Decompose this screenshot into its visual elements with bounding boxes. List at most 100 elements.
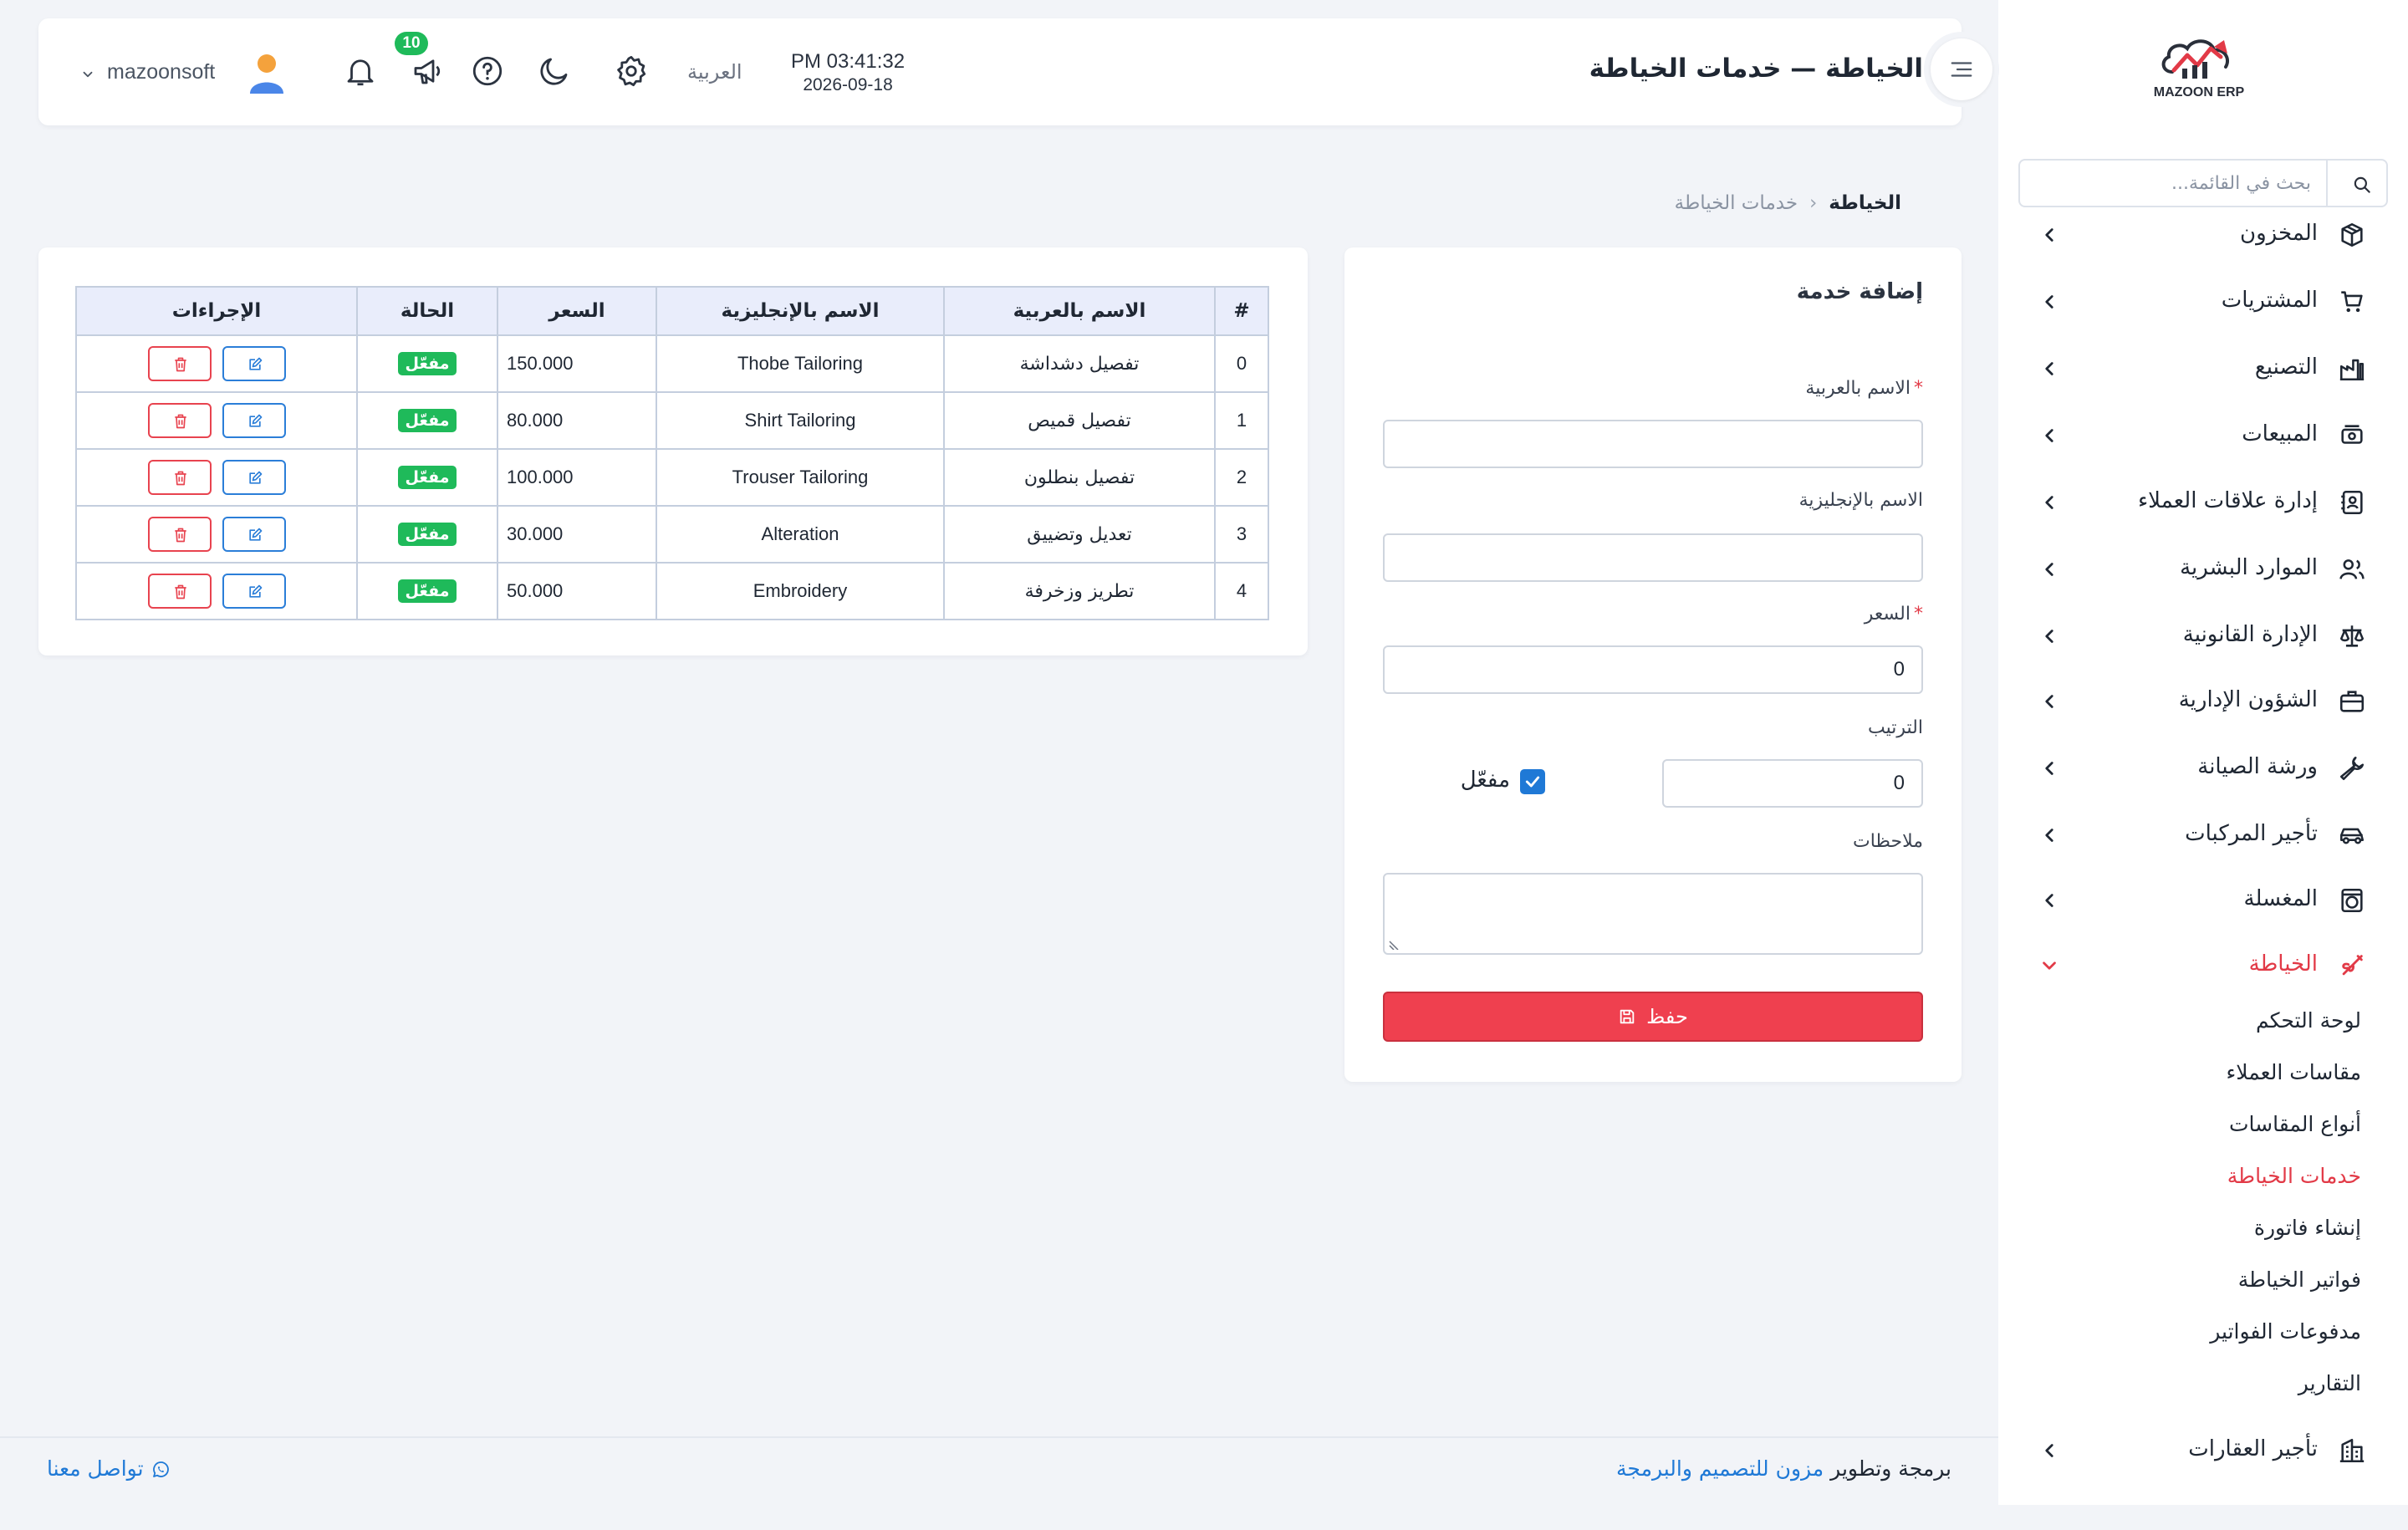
sidebar-subitem-tailoring-invoices[interactable]: فواتير الخياطة xyxy=(2238,1267,2361,1304)
sidebar-subitem-create-invoice[interactable]: إنشاء فاتورة xyxy=(2254,1216,2361,1252)
notes-textarea[interactable] xyxy=(1383,873,1923,955)
sidebar-subitem-invoice-payments[interactable]: مدفوعات الفواتير xyxy=(2210,1319,2361,1356)
table-row: 3 تعديل وتضييق Alteration 30.000 مفعّل xyxy=(75,505,1269,564)
megaphone-icon[interactable] xyxy=(410,54,445,89)
sidebar-toggle-button[interactable] xyxy=(1924,32,1999,107)
chevron-left-icon xyxy=(2045,829,2053,842)
col-header-name-en: الاسم بالإنجليزية xyxy=(656,286,945,336)
edit-icon xyxy=(248,357,262,370)
footer-company-link[interactable]: مزون للتصميم والبرمجة xyxy=(1616,1456,1824,1481)
users-icon xyxy=(2339,559,2365,579)
check-icon xyxy=(1525,776,1540,788)
delete-button[interactable] xyxy=(147,574,212,609)
cell-name-en: Embroidery xyxy=(656,562,945,620)
moon-icon[interactable] xyxy=(537,54,572,89)
sidebar-item-crm[interactable]: إدارة علاقات العملاء xyxy=(1998,477,2408,527)
delete-button[interactable] xyxy=(147,403,212,438)
save-button-content: حفظ xyxy=(1618,1005,1688,1028)
building-icon xyxy=(2339,1438,2365,1463)
sidebar-item-label: الإدارة القانونية xyxy=(2182,622,2318,647)
sidebar-item-inventory[interactable]: المخزون xyxy=(1998,209,2408,259)
briefcase-icon xyxy=(2339,691,2365,712)
price-input[interactable] xyxy=(1383,645,1923,694)
sidebar-item-maintenance[interactable]: ورشة الصيانة xyxy=(1998,742,2408,793)
sidebar-item-legal[interactable]: الإدارة القانونية xyxy=(1998,610,2408,660)
sidebar-subitem-reports[interactable]: التقارير xyxy=(2298,1371,2361,1408)
sidebar-item-label: تأجير المركبات xyxy=(2185,821,2318,846)
sidebar-item-manufacturing[interactable]: التصنيع xyxy=(1998,343,2408,393)
name-en-input[interactable] xyxy=(1383,533,1923,582)
footer: برمجة وتطوير مزون للتصميم والبرمجة تواصل… xyxy=(0,1436,1998,1505)
chevron-left-icon xyxy=(2045,228,2053,242)
chevron-down-icon[interactable] xyxy=(80,67,95,82)
top-bar: الخياطة — خدمات الخياطة PM 03:41:32 2026… xyxy=(38,18,1962,125)
sidebar-item-hr[interactable]: الموارد البشرية xyxy=(1998,543,2408,594)
table-row: 2 تفصيل بنطلون Trouser Tailoring 100.000… xyxy=(75,448,1269,507)
brand-logo[interactable]: MAZOON ERP xyxy=(2140,32,2258,115)
chevron-left-icon xyxy=(2045,894,2053,907)
sidebar: MAZOON ERP المخزون المشتريات التصنيع الم… xyxy=(1998,0,2408,1505)
order-input[interactable] xyxy=(1662,759,1923,808)
bell-icon[interactable] xyxy=(343,54,378,89)
cell-status: مفعّل xyxy=(356,391,498,450)
delete-button[interactable] xyxy=(147,517,212,552)
chevron-left-icon xyxy=(2045,630,2053,643)
chevron-left-icon xyxy=(2045,362,2053,375)
cell-status: مفعّل xyxy=(356,334,498,393)
sidebar-item-admin-affairs[interactable]: الشؤون الإدارية xyxy=(1998,676,2408,726)
floppy-disk-icon xyxy=(1620,1009,1635,1024)
search-icon[interactable] xyxy=(2351,174,2373,196)
footer-credit: برمجة وتطوير مزون للتصميم والبرمجة xyxy=(1616,1456,1951,1481)
chevron-left-icon xyxy=(2045,695,2053,708)
edit-button[interactable] xyxy=(222,403,286,438)
cell-actions xyxy=(75,505,358,564)
username[interactable]: mazoonsoft xyxy=(107,60,215,84)
car-icon xyxy=(2339,828,2365,844)
order-label: الترتيب xyxy=(1868,717,1923,738)
edit-button[interactable] xyxy=(222,574,286,609)
sidebar-item-real-estate[interactable]: تأجير العقارات xyxy=(1998,1425,2408,1475)
clock-time: PM 03:41:32 xyxy=(791,50,906,73)
sidebar-search-input[interactable] xyxy=(2043,169,2311,197)
edit-button[interactable] xyxy=(222,346,286,381)
col-header-actions: الإجراءات xyxy=(75,286,358,336)
edit-button[interactable] xyxy=(222,460,286,495)
clock: PM 03:41:32 2026-09-18 xyxy=(791,50,905,95)
edit-icon xyxy=(248,414,262,427)
gear-icon[interactable] xyxy=(614,54,649,89)
breadcrumb-section[interactable]: الخياطة xyxy=(1829,192,1901,214)
status-badge: مفعّل xyxy=(398,579,457,603)
washer-icon xyxy=(2341,888,2363,913)
language-switch[interactable]: العربية xyxy=(687,60,742,84)
sidebar-item-tailoring[interactable]: الخياطة xyxy=(1998,940,2408,990)
cart-icon xyxy=(2341,291,2363,313)
sidebar-subitem-tailoring-services[interactable]: خدمات الخياطة xyxy=(2227,1164,2361,1201)
avatar[interactable] xyxy=(247,52,286,95)
delete-button[interactable] xyxy=(147,460,212,495)
status-badge: مفعّل xyxy=(398,523,457,546)
required-mark: * xyxy=(1914,604,1923,625)
active-checkbox[interactable] xyxy=(1520,769,1545,794)
cell-name-en: Shirt Tailoring xyxy=(656,391,945,450)
sidebar-item-label: تأجير العقارات xyxy=(2188,1436,2318,1461)
sidebar-subitem-customer-measurements[interactable]: مقاسات العملاء xyxy=(2227,1060,2361,1097)
help-icon[interactable] xyxy=(470,54,505,89)
trash-icon xyxy=(174,471,186,486)
edit-button[interactable] xyxy=(222,517,286,552)
cell-index: 2 xyxy=(1214,448,1269,507)
delete-button[interactable] xyxy=(147,346,212,381)
cell-name-ar: تطريز وزخرفة xyxy=(943,562,1216,620)
sidebar-subitem-measurement-types[interactable]: أنواع المقاسات xyxy=(2229,1112,2361,1149)
name-ar-input[interactable] xyxy=(1383,420,1923,468)
cell-price: 100.000 xyxy=(497,448,657,507)
sidebar-item-purchases[interactable]: المشتريات xyxy=(1998,276,2408,326)
save-button[interactable]: حفظ xyxy=(1383,992,1923,1042)
resize-handle-icon[interactable] xyxy=(1388,936,1401,950)
cell-price: 150.000 xyxy=(497,334,657,393)
trash-icon xyxy=(174,528,186,543)
contact-link[interactable]: تواصل معنا xyxy=(47,1456,179,1481)
sidebar-item-vehicle-rental[interactable]: تأجير المركبات xyxy=(1998,809,2408,859)
sidebar-subitem-dashboard[interactable]: لوحة التحكم xyxy=(2256,1008,2361,1045)
sidebar-item-laundry[interactable]: المغسلة xyxy=(1998,875,2408,925)
sidebar-item-sales[interactable]: المبيعات xyxy=(1998,410,2408,460)
